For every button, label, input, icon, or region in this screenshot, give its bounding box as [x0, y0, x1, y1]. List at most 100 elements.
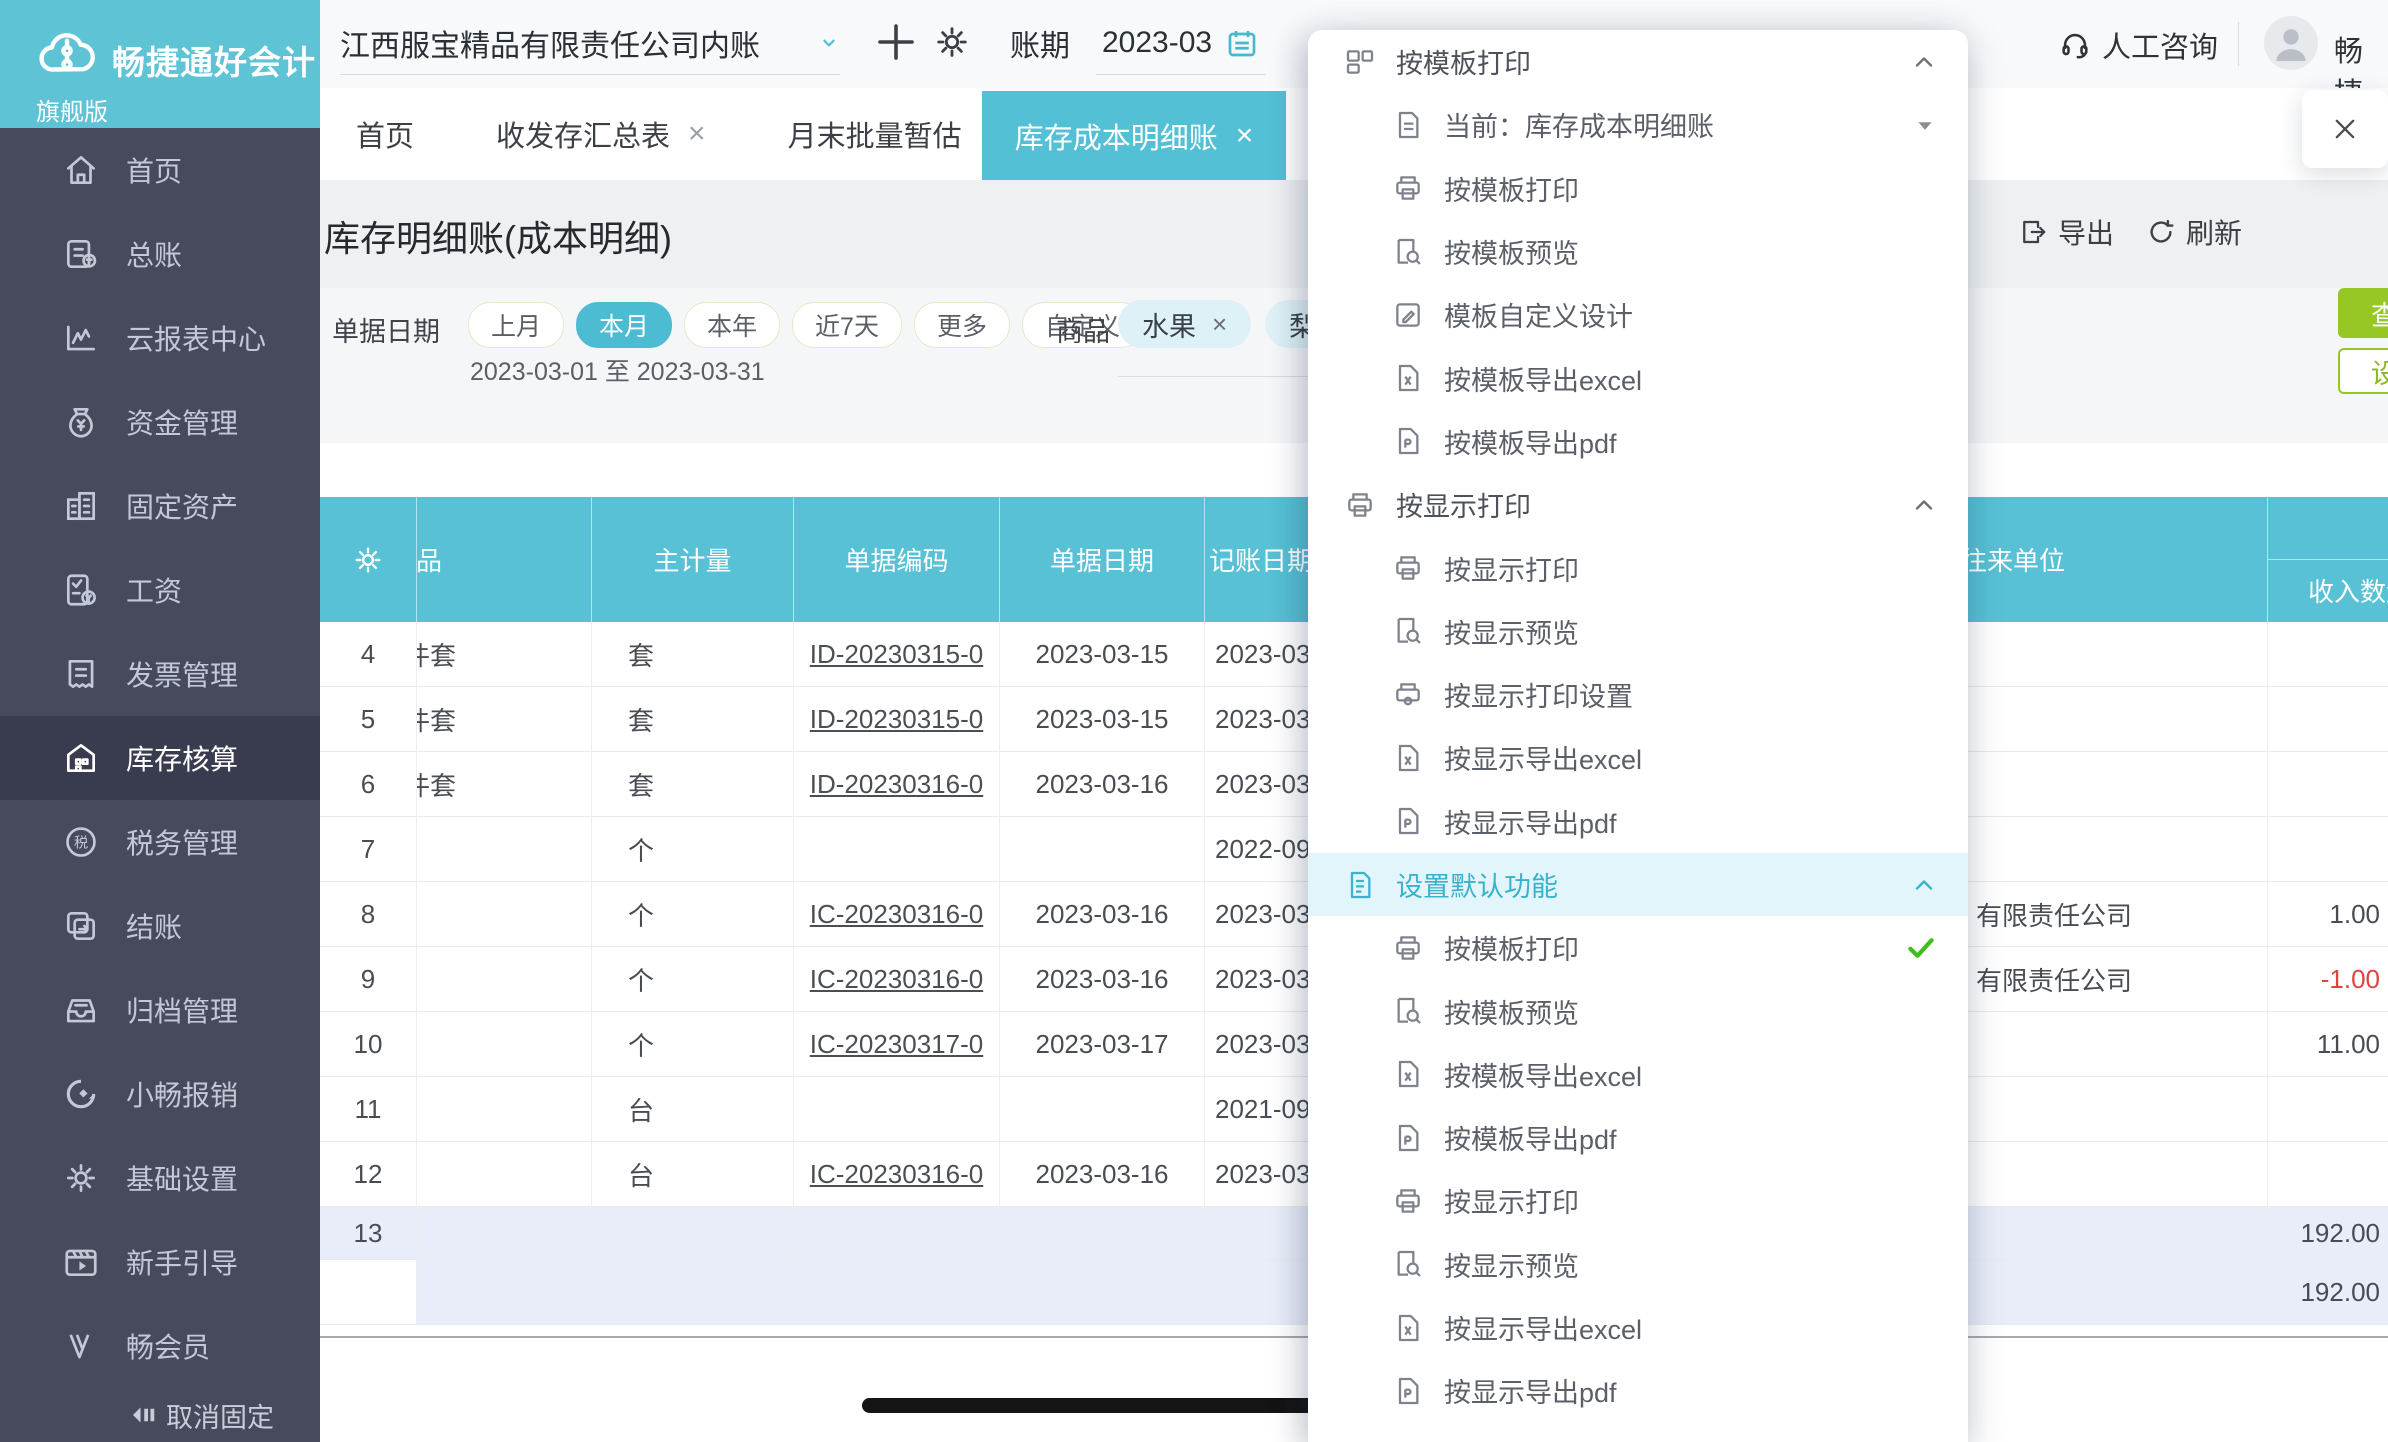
period-selector[interactable]: 2023-03 [1096, 12, 1267, 75]
menu-item-icon [1392, 932, 1424, 964]
sidebar-item[interactable]: 新手引导 [0, 1220, 320, 1304]
menu-item[interactable]: 按显示预览 [1308, 600, 1968, 663]
header-product[interactable]: 商品 [416, 497, 591, 622]
menu-item[interactable]: 模板自定义设计 [1308, 283, 1968, 346]
menu-item[interactable]: 按模板导出excel [1308, 346, 1968, 409]
doc-no-link[interactable]: IC-20230316-0 [810, 964, 983, 995]
menu-item[interactable]: 按模板导出pdf [1308, 410, 1968, 473]
menu-item[interactable]: 按模板打印 [1308, 157, 1968, 220]
header-unit[interactable]: 主计量 [591, 497, 793, 622]
avatar[interactable] [2264, 16, 2318, 70]
menu-item[interactable]: 按显示导出excel [1308, 726, 1968, 789]
menu-item[interactable]: 按显示打印 [1308, 473, 1968, 536]
income-qty-cell: 192.00 [2267, 1260, 2388, 1324]
doc-no-link[interactable]: ID-20230315-0 [810, 639, 983, 670]
gear-icon[interactable] [932, 22, 972, 62]
menu-item-label: 按显示打印 [1396, 492, 1531, 523]
sidebar-item[interactable]: 基础设置 [0, 1136, 320, 1220]
menu-item[interactable]: 设置默认功能 [1308, 852, 1968, 917]
period-label: 账期 [1010, 30, 1070, 63]
sidebar-item[interactable]: 发票管理 [0, 632, 320, 716]
doc-no-link[interactable]: ID-20230316-0 [810, 769, 983, 800]
menu-item[interactable]: 按显示导出excel [1308, 1296, 1968, 1359]
date-pill[interactable]: 更多 [913, 302, 1010, 348]
menu-item-label: 设置默认功能 [1396, 872, 1558, 902]
date-pill[interactable]: 上月 [468, 302, 565, 348]
header-income-qty[interactable]: 收入数量 [2267, 497, 2388, 622]
tab[interactable]: 月末批量暂估 × [788, 113, 998, 155]
sidebar-item[interactable]: 结账 [0, 884, 320, 968]
menu-item[interactable]: 按显示导出pdf [1308, 1359, 1968, 1422]
menu-item[interactable]: 按显示预览 [1308, 1233, 1968, 1296]
sidebar-item-icon [62, 1327, 100, 1365]
tab-close-icon[interactable]: × [688, 117, 706, 151]
sidebar-item-label: 发票管理 [126, 660, 239, 691]
menu-item[interactable]: 按模板预览 [1308, 979, 1968, 1042]
settings-button[interactable]: 设置 [2338, 348, 2388, 394]
unit-cell: 个 [591, 947, 793, 1011]
sidebar-item[interactable]: 云报表中心 [0, 296, 320, 380]
product-cell: 件套 [416, 687, 591, 751]
sidebar-item-icon [62, 655, 100, 693]
refresh-button[interactable]: 刷新 [2146, 212, 2242, 252]
support-button[interactable]: 人工咨询 [2058, 24, 2218, 66]
menu-item[interactable]: 按模板打印 [1308, 30, 1968, 93]
export-button[interactable]: 导出 [2018, 212, 2114, 252]
date-pill[interactable]: 本月 [576, 302, 673, 348]
date-pill[interactable]: 本年 [684, 302, 781, 348]
company-selector[interactable]: 江西服宝精品有限责任公司内账 [340, 12, 840, 75]
tab[interactable]: 库存成本明细账 × [982, 91, 1286, 180]
sidebar-item[interactable]: 首页 [0, 128, 320, 212]
page-title: 库存明细账(成本明细) [324, 218, 672, 259]
sidebar-item[interactable]: 库存核算 [0, 716, 320, 800]
column-settings-cell[interactable] [320, 497, 416, 622]
menu-item-icon [1392, 425, 1424, 457]
menu-item[interactable]: 按模板导出excel [1308, 1043, 1968, 1106]
menu-item[interactable]: 按模板导出pdf [1308, 1106, 1968, 1169]
date-pill[interactable]: 近7天 [792, 302, 902, 348]
sidebar-item[interactable]: 固定资产 [0, 464, 320, 548]
chevron-up-icon[interactable] [1910, 491, 1938, 519]
close-panel-button[interactable] [2302, 90, 2388, 168]
sidebar-item-label: 结账 [126, 912, 183, 943]
tab[interactable]: 收发存汇总表 × [496, 113, 706, 155]
menu-item[interactable]: 按显示打印 [1308, 536, 1968, 599]
menu-item[interactable]: 当前：库存成本明细账 [1308, 93, 1968, 156]
doc-no-link[interactable]: IC-20230316-0 [810, 899, 983, 930]
row-number-cell: 8 [360, 898, 376, 929]
income-qty-cell [2267, 817, 2388, 881]
menu-item[interactable]: 按模板打印 [1308, 916, 1968, 979]
doc-no-link[interactable]: ID-20230315-0 [810, 704, 983, 735]
tag-close-icon[interactable]: × [1212, 309, 1227, 340]
chevron-up-icon[interactable] [1910, 871, 1938, 899]
tab-label: 库存成本明细账 [1014, 122, 1218, 155]
doc-no-link[interactable]: IC-20230316-0 [810, 1159, 983, 1190]
sidebar-item-icon [62, 487, 100, 525]
menu-item-icon [1344, 46, 1376, 78]
unpin-sidebar-button[interactable]: 取消固定 [0, 1388, 320, 1442]
app-logo-block: 畅捷通好会计 旗舰版 [0, 0, 320, 128]
sidebar-item[interactable]: 归档管理 [0, 968, 320, 1052]
sidebar-item[interactable]: 税务管理 [0, 800, 320, 884]
query-button[interactable]: 查询 [2338, 288, 2388, 338]
menu-item[interactable]: 按显示打印 [1308, 1169, 1968, 1232]
tab-close-icon[interactable]: × [1236, 119, 1254, 153]
product-tag[interactable]: 水果 × [1118, 300, 1252, 348]
sidebar-item[interactable]: 资金管理 [0, 380, 320, 464]
header-doc-no[interactable]: 单据编码 [793, 497, 999, 622]
sidebar-item[interactable]: 畅会员 [0, 1304, 320, 1388]
doc-no-link[interactable]: IC-20230317-0 [810, 1029, 983, 1060]
tab[interactable]: 首页 × [356, 113, 414, 155]
doc-date-cell: 2023-03-16 [999, 1142, 1204, 1206]
header-doc-date[interactable]: 单据日期 [999, 497, 1204, 622]
menu-item-label: 按模板导出pdf [1444, 1125, 1617, 1156]
menu-item[interactable]: 按显示打印设置 [1308, 663, 1968, 726]
sidebar-item[interactable]: 小畅报销 [0, 1052, 320, 1136]
menu-item[interactable]: 按模板预览 [1308, 220, 1968, 283]
menu-item[interactable]: 按显示导出pdf [1308, 790, 1968, 853]
sidebar-item[interactable]: 工资 [0, 548, 320, 632]
sidebar-item[interactable]: 总账 [0, 212, 320, 296]
caret-down-icon[interactable] [1912, 112, 1938, 138]
chevron-up-icon[interactable] [1910, 48, 1938, 76]
plus-icon[interactable] [872, 18, 920, 66]
